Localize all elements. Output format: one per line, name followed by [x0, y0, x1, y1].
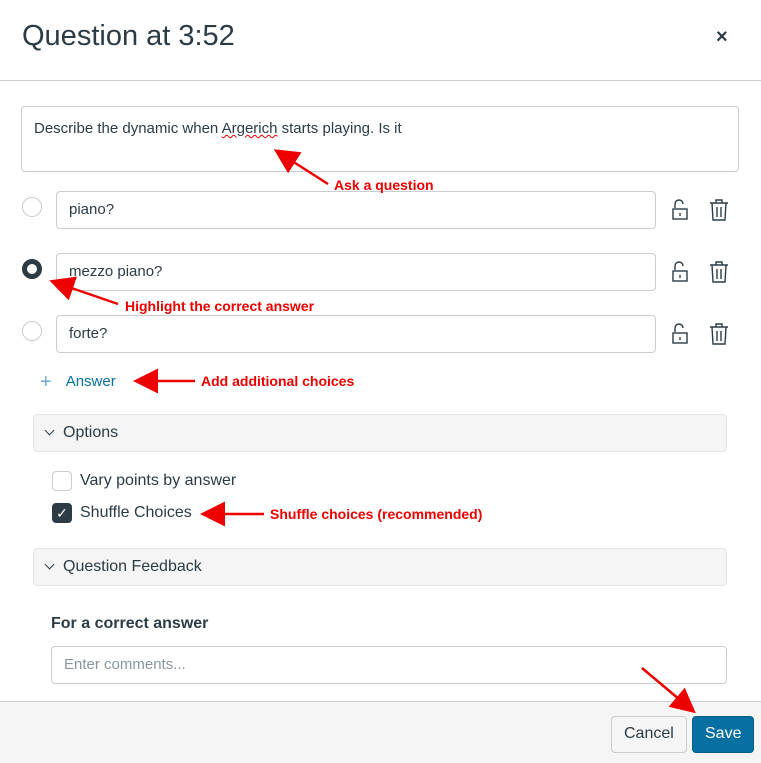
plus-icon: + [40, 371, 52, 393]
options-header: Options [63, 424, 119, 441]
answer-correct-radio-1[interactable] [22, 197, 42, 217]
vary-points-label: Vary points by answer [80, 472, 237, 489]
answer-input-1[interactable]: piano? [56, 191, 656, 229]
question-misspelled-word: Argerich [221, 120, 278, 137]
question-input[interactable]: Describe the dynamic when Argerich start… [21, 106, 739, 172]
dialog-header: Question at 3:52 × [0, 0, 761, 81]
close-icon[interactable]: × [716, 26, 728, 49]
trash-icon[interactable] [709, 323, 729, 345]
question-text-suffix: starts playing. Is it [277, 120, 402, 137]
correct-answer-feedback-label: For a correct answer [51, 615, 209, 632]
cancel-button[interactable]: Cancel [611, 716, 687, 753]
answer-input-3[interactable]: forte? [56, 315, 656, 353]
answer-correct-radio-2[interactable] [22, 259, 42, 279]
options-toggle[interactable]: Options [33, 414, 727, 452]
shuffle-choices-checkbox[interactable]: ✓ [52, 503, 72, 523]
vary-points-checkbox[interactable] [52, 471, 72, 491]
dialog-footer: Cancel Save [0, 701, 761, 763]
question-text-prefix: Describe the dynamic when [34, 120, 222, 137]
annotation-shuffle: Shuffle choices (recommended) [270, 506, 483, 522]
chevron-down-icon [44, 559, 55, 570]
save-button[interactable]: Save [692, 716, 755, 753]
annotation-ask: Ask a question [334, 177, 434, 193]
annotation-add: Add additional choices [201, 373, 355, 389]
unlock-icon[interactable] [671, 323, 691, 345]
dialog-title: Question at 3:52 [22, 20, 235, 52]
trash-icon[interactable] [709, 261, 729, 283]
annotation-highlight: Highlight the correct answer [125, 298, 315, 314]
unlock-icon[interactable] [671, 261, 691, 283]
correct-answer-feedback-input[interactable]: Enter comments... [51, 646, 727, 684]
answer-correct-radio-3[interactable] [22, 321, 42, 341]
unlock-icon[interactable] [671, 199, 691, 221]
add-answer-button[interactable]: + Answer [40, 371, 116, 394]
trash-icon[interactable] [709, 199, 729, 221]
shuffle-choices-label: Shuffle Choices [80, 504, 192, 521]
question-feedback-header: Question Feedback [63, 558, 202, 575]
question-feedback-toggle[interactable]: Question Feedback [33, 548, 727, 586]
answer-input-2[interactable]: mezzo piano? [56, 253, 656, 291]
add-answer-label: Answer [65, 373, 116, 390]
chevron-down-icon [44, 425, 55, 436]
